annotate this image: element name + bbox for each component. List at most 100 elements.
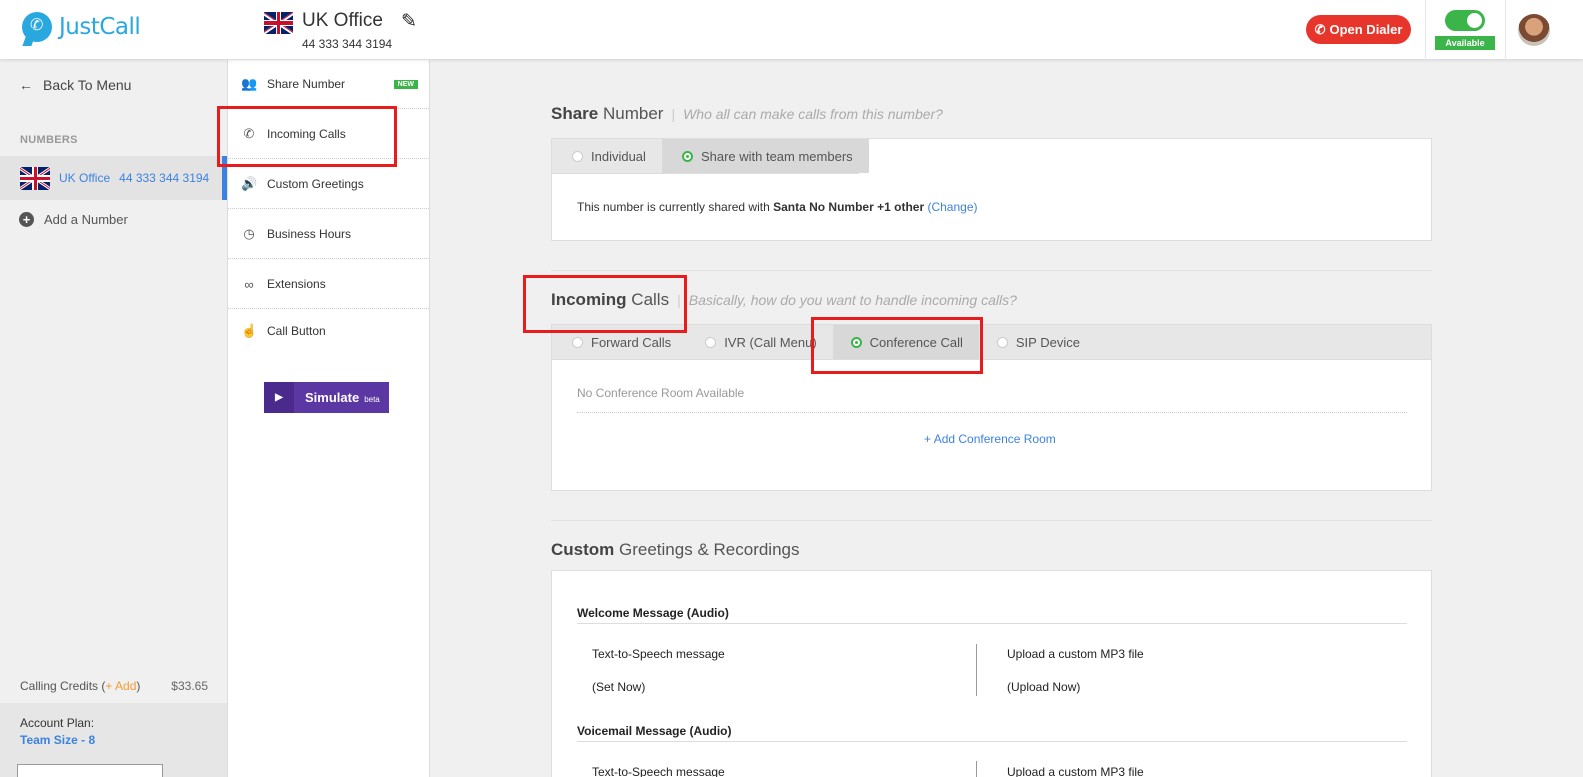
welcome-message-title: Welcome Message (Audio) <box>577 606 729 620</box>
user-avatar[interactable] <box>1518 14 1550 46</box>
phone-bubble-icon: ✆ <box>22 12 52 42</box>
plus-circle-icon: + <box>19 212 34 227</box>
uk-flag-icon <box>20 167 50 190</box>
justcall-logo[interactable]: ✆ JustCall <box>22 12 141 42</box>
availability-status: Available <box>1435 36 1495 50</box>
edit-pencil-icon[interactable]: ✎ <box>401 10 417 33</box>
plan-value[interactable]: Team Size - 8 <box>20 733 207 747</box>
new-badge: NEW <box>393 80 418 89</box>
account-plan: Account Plan: Team Size - 8 <box>0 703 227 777</box>
sidebar-number-uk-office[interactable]: UK Office 44 333 344 3194 <box>0 156 227 200</box>
share-hint: Who all can make calls from this number? <box>683 106 943 122</box>
beta-label: beta <box>364 394 380 404</box>
arrow-left-icon: ← <box>19 77 33 93</box>
share-status-text: This number is currently shared with San… <box>577 200 978 214</box>
users-icon: 👥 <box>241 76 258 91</box>
numbers-heading: NUMBERS <box>20 134 78 146</box>
option-conference-call[interactable]: Conference Call <box>832 325 979 359</box>
number-value: 44 333 344 3194 <box>302 37 393 51</box>
radio-icon <box>572 336 583 348</box>
phone-icon: ✆ <box>1314 21 1326 37</box>
incoming-calls-card: Forward Calls IVR (Call Menu) Conference… <box>551 324 1432 491</box>
incoming-hint: Basically, how do you want to handle inc… <box>688 292 1017 308</box>
header-divider <box>1425 0 1426 60</box>
incoming-calls-title: Incoming Calls | Basically, how do you wan… <box>551 290 1017 309</box>
menu-item-label: Extensions <box>267 277 326 291</box>
left-sidebar: ← Back To Menu NUMBERS UK Office 44 333 3… <box>0 60 228 777</box>
back-to-menu-label: Back To Menu <box>43 77 132 93</box>
menu-item-label: Call Button <box>267 324 326 338</box>
link-icon: ∞ <box>244 276 254 292</box>
phone-icon: ✆ <box>243 126 255 141</box>
pointer-icon: ☝ <box>241 323 258 338</box>
tts-label: Text-to-Speech message <box>592 647 725 661</box>
settings-menu: 👥 Share Number NEW ✆ Incoming Calls 🔊 Cu… <box>228 60 430 777</box>
upload-label: Upload a custom MP3 file <box>1007 765 1144 777</box>
column-divider <box>976 761 977 777</box>
no-conference-text: No Conference Room Available <box>577 386 745 400</box>
radio-icon <box>705 336 717 348</box>
dotted-divider <box>577 412 1407 413</box>
upload-label: Upload a custom MP3 file <box>1007 647 1144 661</box>
menu-item-call-button[interactable]: ☝ Call Button <box>228 310 429 352</box>
radio-checked-icon <box>850 336 862 348</box>
add-credits-link[interactable]: + Add <box>105 679 136 693</box>
share-options: Individual Share with team members <box>552 139 869 174</box>
voicemail-message-title: Voicemail Message (Audio) <box>577 724 732 738</box>
menu-item-label: Business Hours <box>267 227 352 241</box>
clock-icon: ◷ <box>243 226 255 241</box>
section-divider <box>551 520 1432 521</box>
greetings-title: Custom Greetings & Recordings <box>551 540 800 559</box>
change-link[interactable]: (Change) <box>927 200 977 214</box>
top-header: ✆ JustCall UK Office 44 333 344 3194 ✎ ✆… <box>0 0 1583 60</box>
radio-icon <box>996 336 1008 348</box>
radio-checked-icon <box>681 150 693 162</box>
plan-label: Account Plan: <box>20 716 95 730</box>
option-share-team[interactable]: Share with team members <box>661 139 869 173</box>
availability-toggle[interactable] <box>1445 10 1485 31</box>
number-name: UK Office <box>302 10 383 31</box>
option-forward-calls[interactable]: Forward Calls <box>552 325 687 359</box>
set-now-link[interactable]: (Set Now) <box>592 680 645 694</box>
play-icon: ▶ <box>264 382 294 413</box>
plus-icon: + <box>924 432 932 446</box>
share-number-card: Individual Share with team members This … <box>551 138 1432 241</box>
menu-item-label: Custom Greetings <box>267 177 364 191</box>
share-number-title: Share Number | Who all can make calls from… <box>551 104 943 123</box>
plan-select[interactable] <box>17 764 163 777</box>
option-sip-device[interactable]: SIP Device <box>979 325 1096 359</box>
option-individual[interactable]: Individual <box>552 139 662 173</box>
menu-item-incoming-calls[interactable]: ✆ Incoming Calls <box>228 110 429 159</box>
menu-item-share-number[interactable]: 👥 Share Number NEW <box>228 60 429 109</box>
uk-flag-icon <box>264 12 293 34</box>
incoming-options: Forward Calls IVR (Call Menu) Conference… <box>552 325 1431 360</box>
radio-icon <box>572 150 583 162</box>
section-divider <box>551 270 1432 271</box>
add-conference-room-link[interactable]: + Add Conference Room <box>924 432 1056 446</box>
menu-item-business-hours[interactable]: ◷ Business Hours <box>228 210 429 259</box>
header-divider <box>1505 0 1506 60</box>
open-dialer-label: Open Dialer <box>1329 22 1403 37</box>
divider <box>577 623 1407 624</box>
simulate-label: Simulate <box>305 390 360 405</box>
back-to-menu-link[interactable]: ← Back To Menu <box>19 77 131 93</box>
speaker-icon: 🔊 <box>241 176 258 191</box>
credits-label: Calling Credits <box>20 679 99 693</box>
upload-now-link[interactable]: (Upload Now) <box>1007 680 1080 694</box>
menu-item-label: Incoming Calls <box>267 127 346 141</box>
simulate-button[interactable]: ▶ Simulate beta <box>264 382 389 413</box>
open-dialer-button[interactable]: ✆ Open Dialer <box>1306 15 1411 44</box>
option-ivr[interactable]: IVR (Call Menu) <box>687 325 832 359</box>
sidebar-number-value: 44 333 344 3194 <box>119 171 210 185</box>
divider <box>577 741 1407 742</box>
add-number-link[interactable]: + Add a Number <box>19 212 128 227</box>
logo-text: JustCall <box>59 14 141 40</box>
menu-item-extensions[interactable]: ∞ Extensions <box>228 260 429 309</box>
credits-amount: $33.65 <box>171 679 208 693</box>
menu-item-custom-greetings[interactable]: 🔊 Custom Greetings <box>228 160 429 209</box>
greetings-card: Welcome Message (Audio) Text-to-Speech m… <box>551 570 1432 777</box>
menu-item-label: Share Number <box>267 77 346 91</box>
add-number-label: Add a Number <box>44 212 128 227</box>
calling-credits: Calling Credits (+ Add) $33.65 <box>20 679 208 693</box>
sidebar-number-name: UK Office <box>59 171 111 185</box>
